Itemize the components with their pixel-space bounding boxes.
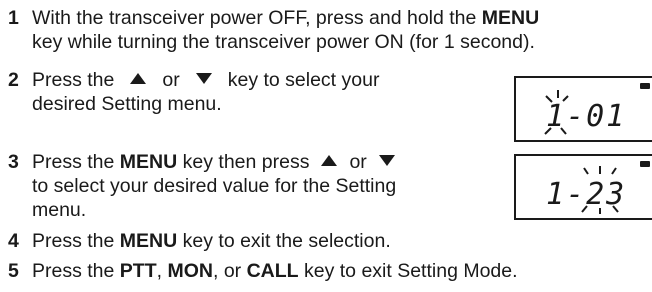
step-text: Press the or key to select your desired Se… <box>32 68 379 116</box>
step-text-part: Press the <box>32 230 120 252</box>
lcd-display-2: 1-23 <box>514 154 652 220</box>
step-text-part: key while turning the transceiver power … <box>32 31 535 53</box>
up-triangle-icon <box>321 155 338 167</box>
menu-key-label: MENU <box>481 7 540 29</box>
step-text: Press the MENU key to exit the selection… <box>32 229 391 253</box>
call-key-label: CALL <box>246 260 299 282</box>
step-text-part: menu. <box>32 199 87 221</box>
mon-key-label: MON <box>167 260 213 282</box>
step-text-part: Press the <box>32 151 120 173</box>
menu-key-label: MENU <box>119 151 178 173</box>
step-text-part: key to select your <box>227 69 380 91</box>
lcd-display-1: 1-01 <box>514 76 652 142</box>
step-text-part: Press the <box>32 260 120 282</box>
step-text-part: or <box>349 151 367 173</box>
lcd-value: 1-01 <box>546 99 627 134</box>
down-triangle-icon <box>195 73 212 85</box>
step-text: Press the MENU key then press or to selec… <box>32 150 396 222</box>
step-text-part: Press the <box>32 69 115 91</box>
lcd-value: 1-23 <box>546 177 627 212</box>
step-text-part: With the transceiver power OFF, press an… <box>32 7 482 29</box>
up-triangle-icon <box>130 73 147 85</box>
ptt-key-label: PTT <box>119 260 157 282</box>
step-text-part: or <box>162 69 180 91</box>
step-text-part: key to exit Setting Mode. <box>298 260 518 282</box>
step-number: 3 <box>8 151 19 173</box>
step-number: 5 <box>8 260 19 282</box>
step-number: 2 <box>8 69 19 91</box>
step-text-part: key to exit the selection. <box>177 230 391 252</box>
step-text-part: desired Setting menu. <box>32 93 222 115</box>
step-number: 1 <box>8 7 19 29</box>
step-text-part: , <box>156 260 168 282</box>
down-triangle-icon <box>378 155 395 167</box>
menu-key-label: MENU <box>119 230 178 252</box>
step-text: Press the PTT, MON, or CALL key to exit … <box>32 259 518 283</box>
step-text-part: key then press <box>177 151 310 173</box>
step-text-part: , or <box>212 260 247 282</box>
step-text: With the transceiver power OFF, press an… <box>32 6 539 54</box>
step-text-part: to select your desired value for the Set… <box>32 175 397 197</box>
step-number: 4 <box>8 230 19 252</box>
